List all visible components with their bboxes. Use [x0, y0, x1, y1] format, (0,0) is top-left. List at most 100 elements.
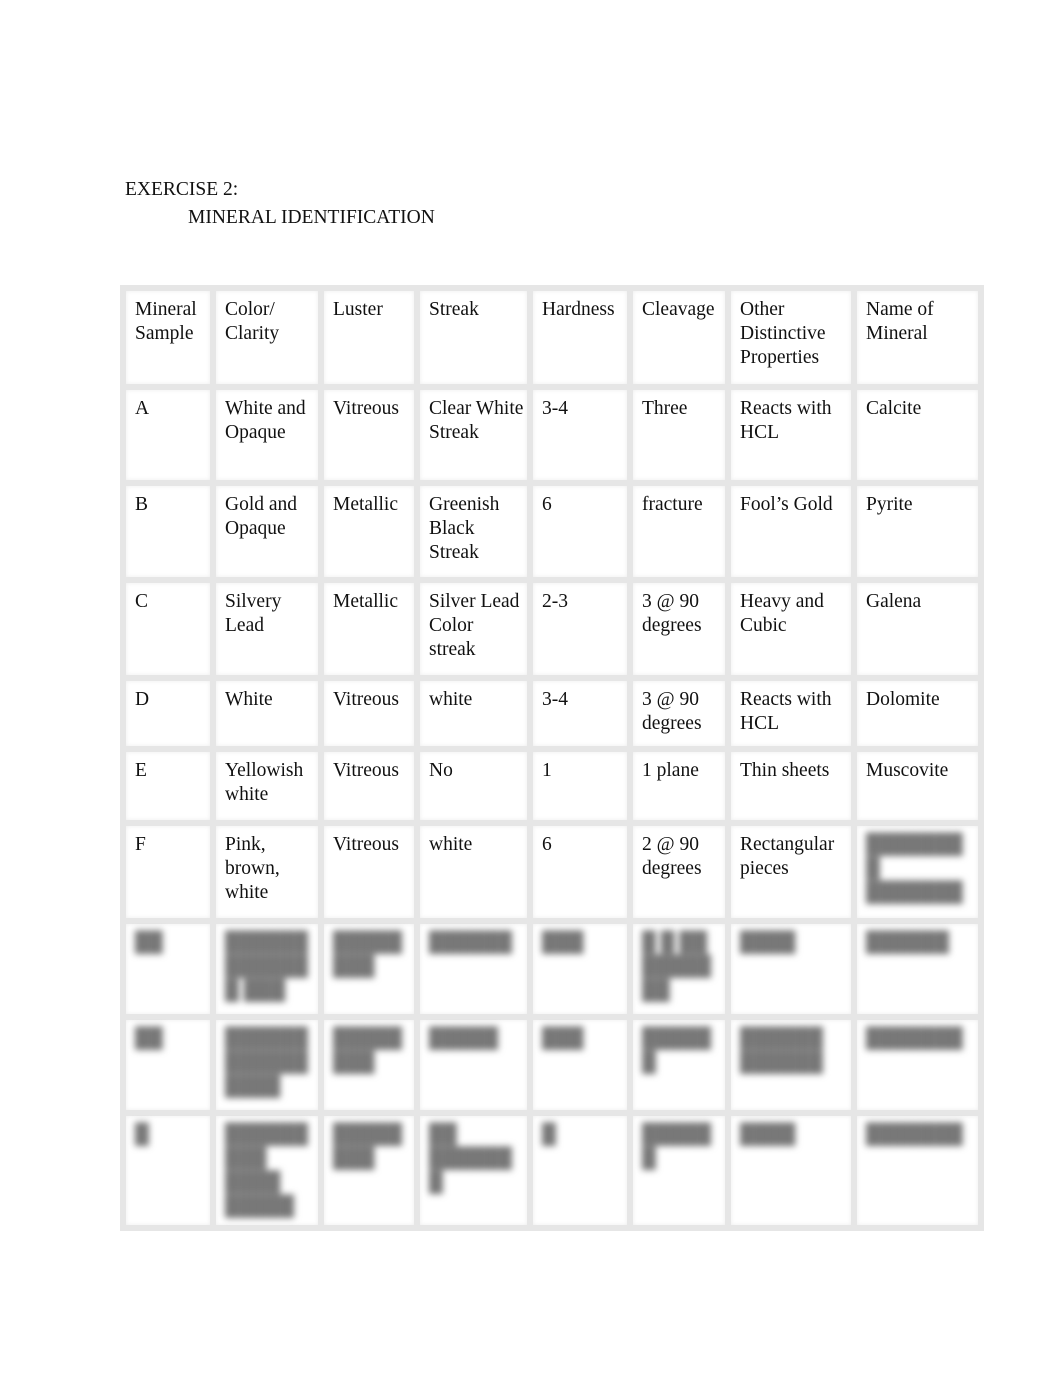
- cell-luster: Metallic: [318, 480, 420, 583]
- blurred-text: ████████: [333, 932, 403, 977]
- cell-other: Reacts with HCL: [725, 384, 857, 486]
- cell-hardness: █: [527, 1110, 633, 1231]
- cell-other: Rectangular pieces: [725, 820, 857, 924]
- cell-hardness: ███: [527, 918, 633, 1020]
- cell-luster: Vitreous: [318, 746, 420, 826]
- blurred-text: ██: [135, 1028, 163, 1049]
- cell-color: ██████ ██████ ████: [210, 1014, 324, 1116]
- cell-name: ██████: [851, 918, 984, 1020]
- cell-other: Thin sheets: [725, 746, 857, 826]
- cell-luster: ████████: [318, 918, 420, 1020]
- cell-sample: A: [120, 384, 216, 486]
- blurred-text: █: [542, 1124, 556, 1145]
- blurred-text: ████████: [333, 1124, 403, 1169]
- blurred-text: ████: [740, 932, 796, 953]
- cell-cleavage: █ █ ██ ███████: [627, 918, 731, 1020]
- cell-streak: white: [414, 675, 533, 752]
- blurred-text: █████████ ████ █████: [225, 1124, 308, 1217]
- header-cell-mineral-name: Name of Mineral: [851, 285, 984, 390]
- cell-hardness: 3-4: [527, 675, 633, 752]
- cell-other: Reacts with HCL: [725, 675, 857, 752]
- mineral-identification-table: Mineral Sample Color/ Clarity Luster Str…: [120, 285, 984, 1231]
- table-row: C Silvery Lead Metallic Silver Lead Colo…: [120, 577, 984, 681]
- cell-hardness: 6: [527, 820, 633, 924]
- cell-hardness: 1: [527, 746, 633, 826]
- header-cell-other-properties: Other Distinctive Properties: [725, 285, 857, 390]
- blurred-text: ████████ ███████: [866, 834, 963, 903]
- cell-cleavage: 1 plane: [627, 746, 731, 826]
- header-cell-cleavage: Cleavage: [627, 285, 731, 390]
- cell-sample: D: [120, 675, 216, 752]
- cell-name: Dolomite: [851, 675, 984, 752]
- table-header-row: Mineral Sample Color/ Clarity Luster Str…: [120, 285, 984, 390]
- cell-other: ████: [725, 1110, 857, 1231]
- header-cell-streak: Streak: [414, 285, 533, 390]
- cell-sample: F: [120, 820, 216, 924]
- cell-streak: Clear White Streak: [414, 384, 533, 486]
- cell-streak: Greenish Black Streak: [414, 480, 533, 583]
- cell-color: █████████ ████ █████: [210, 1110, 324, 1231]
- cell-cleavage: 3 @ 90 degrees: [627, 675, 731, 752]
- mineral-identification-table-container: Mineral Sample Color/ Clarity Luster Str…: [120, 285, 984, 1231]
- blurred-text: ██████: [866, 932, 949, 953]
- blurred-text: ██████ ███████ ███: [225, 932, 308, 1001]
- blurred-text: ██ ███████: [429, 1124, 512, 1193]
- cell-other: ██████ ██████: [725, 1014, 857, 1116]
- cell-streak: ██████: [414, 918, 533, 1020]
- cell-name: ███████: [851, 1110, 984, 1231]
- cell-color: Silvery Lead: [210, 577, 324, 681]
- cell-streak: No: [414, 746, 533, 826]
- cell-sample: ██: [120, 918, 216, 1020]
- header-cell-mineral-sample: Mineral Sample: [120, 285, 216, 390]
- cell-sample: E: [120, 746, 216, 826]
- blurred-text: ███: [542, 1028, 584, 1049]
- cell-cleavage: Three: [627, 384, 731, 486]
- table-row: B Gold and Opaque Metallic Greenish Blac…: [120, 480, 984, 583]
- cell-cleavage: ██████: [627, 1014, 731, 1116]
- blurred-text: ██: [135, 932, 163, 953]
- cell-hardness: ███: [527, 1014, 633, 1116]
- cell-sample: ██: [120, 1014, 216, 1116]
- cell-hardness: 6: [527, 480, 633, 583]
- cell-other: ████: [725, 918, 857, 1020]
- blurred-text: ██████: [642, 1124, 712, 1169]
- section-title: MINERAL IDENTIFICATION: [188, 207, 435, 228]
- cell-sample: B: [120, 480, 216, 583]
- cell-luster: Vitreous: [318, 675, 420, 752]
- cell-color: White and Opaque: [210, 384, 324, 486]
- cell-other: Heavy and Cubic: [725, 577, 857, 681]
- blurred-text: ███: [542, 932, 584, 953]
- table-row: D White Vitreous white 3-4 3 @ 90 degree…: [120, 675, 984, 752]
- cell-luster: ████████: [318, 1110, 420, 1231]
- cell-color: Pink, brown, white: [210, 820, 324, 924]
- cell-luster: Vitreous: [318, 384, 420, 486]
- header-cell-luster: Luster: [318, 285, 420, 390]
- cell-color: Yellowish white: [210, 746, 324, 826]
- header-cell-hardness: Hardness: [527, 285, 633, 390]
- cell-streak: █████: [414, 1014, 533, 1116]
- blurred-text: ██████: [642, 1028, 712, 1073]
- table-row-blurred: ██ ██████ ███████ ███ ████████ ██████ ██…: [120, 918, 984, 1020]
- cell-cleavage: ██████: [627, 1110, 731, 1231]
- cell-streak: white: [414, 820, 533, 924]
- blurred-text: ████████: [333, 1028, 403, 1073]
- cell-streak: Silver Lead Color streak: [414, 577, 533, 681]
- blurred-text: █: [135, 1124, 149, 1145]
- cell-luster: Vitreous: [318, 820, 420, 924]
- cell-name: ███████: [851, 1014, 984, 1116]
- cell-name: Muscovite: [851, 746, 984, 826]
- cell-streak: ██ ███████: [414, 1110, 533, 1231]
- blurred-text: ██████ ██████ ████: [225, 1028, 308, 1097]
- blurred-text: ██████: [429, 932, 512, 953]
- cell-color: ██████ ███████ ███: [210, 918, 324, 1020]
- cell-name: Calcite: [851, 384, 984, 486]
- table-row: A White and Opaque Vitreous Clear White …: [120, 384, 984, 486]
- table-row: E Yellowish white Vitreous No 1 1 plane …: [120, 746, 984, 826]
- cell-luster: Metallic: [318, 577, 420, 681]
- cell-luster: ████████: [318, 1014, 420, 1116]
- cell-hardness: 2-3: [527, 577, 633, 681]
- cell-other: Fool’s Gold: [725, 480, 857, 583]
- cell-cleavage: 2 @ 90 degrees: [627, 820, 731, 924]
- cell-cleavage: fracture: [627, 480, 731, 583]
- table-row: F Pink, brown, white Vitreous white 6 2 …: [120, 820, 984, 924]
